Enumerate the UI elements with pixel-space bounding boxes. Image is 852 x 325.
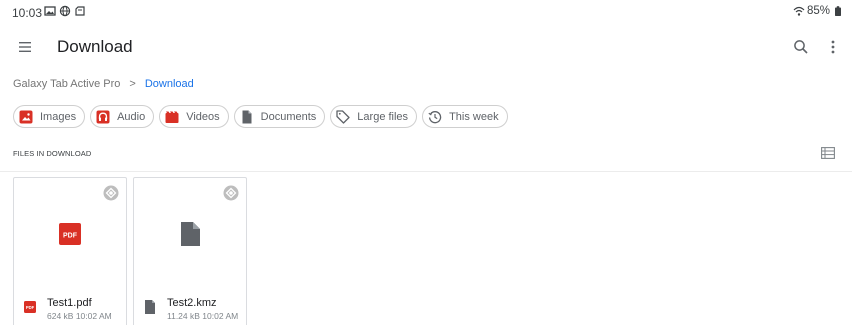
chip-images[interactable]: Images	[13, 105, 86, 128]
breadcrumb-separator: >	[129, 78, 136, 90]
chip-this-week[interactable]: This week	[422, 105, 508, 128]
file-meta: 624 kB 10:02 AM	[47, 311, 112, 321]
globe-icon	[59, 5, 71, 17]
status-notification-icons	[44, 5, 86, 17]
status-time: 10:03	[12, 6, 43, 20]
image-icon	[44, 6, 56, 16]
tag-icon	[336, 109, 350, 124]
battery-icon	[835, 6, 841, 16]
select-check-icon[interactable]	[103, 185, 119, 201]
file-card-test2-kmz[interactable]: Test2.kmz 11.24 kB 10:02 AM	[133, 177, 247, 325]
breadcrumb: Galaxy Tab Active Pro > Download	[13, 78, 194, 90]
more-vert-icon[interactable]	[823, 37, 843, 57]
chip-label: Large files	[357, 110, 409, 123]
search-icon[interactable]	[791, 37, 811, 57]
chip-label: Images	[40, 110, 77, 123]
chip-documents[interactable]: Documents	[233, 105, 326, 128]
screenshot-icon	[75, 6, 85, 16]
chip-large-files[interactable]: Large files	[330, 105, 418, 128]
status-bar: 10:03 85%	[0, 0, 852, 22]
list-view-icon[interactable]	[821, 147, 835, 159]
headphones-icon	[96, 110, 110, 123]
menu-icon[interactable]	[14, 36, 36, 58]
battery-percent: 85%	[806, 5, 830, 17]
status-right-group: 85%	[793, 5, 844, 17]
divider	[0, 171, 852, 172]
file-icon	[181, 222, 200, 246]
movie-icon	[165, 111, 179, 123]
chip-label: Videos	[186, 110, 220, 123]
file-thumbnail: PDF	[14, 204, 126, 264]
section-label: FILES IN DOWNLOAD	[13, 149, 92, 158]
chip-videos[interactable]: Videos	[159, 105, 229, 128]
chip-label: Audio	[117, 110, 146, 123]
file-meta: 11.24 kB 10:02 AM	[167, 311, 239, 321]
wifi-icon	[793, 6, 805, 16]
chip-label: Documents	[260, 110, 317, 123]
file-icon	[145, 300, 155, 314]
pdf-thumb-label: PDF	[63, 233, 78, 240]
document-icon	[242, 110, 252, 123]
history-icon	[428, 110, 442, 123]
page-title: Download	[57, 37, 133, 56]
pdf-icon: PDF	[59, 223, 81, 245]
file-name: Test1.pdf	[47, 297, 92, 309]
chip-audio[interactable]: Audio	[90, 105, 155, 128]
image-icon	[19, 110, 33, 123]
pdf-type-label: PDF	[26, 305, 35, 310]
pdf-icon: PDF	[24, 301, 36, 313]
app-bar: Download	[0, 28, 852, 66]
file-card-footer: Test2.kmz 11.24 kB 10:02 AM	[134, 292, 246, 325]
file-name: Test2.kmz	[167, 297, 217, 309]
select-check-icon[interactable]	[223, 185, 239, 201]
chip-label: This week	[449, 110, 499, 123]
breadcrumb-current[interactable]: Download	[145, 78, 194, 90]
filter-chips: Images Audio Videos Documents Large file…	[13, 105, 508, 128]
breadcrumb-root[interactable]: Galaxy Tab Active Pro	[13, 78, 120, 90]
file-card-test1-pdf[interactable]: PDF PDF Test1.pdf 624 kB 10:02 AM	[13, 177, 127, 325]
file-card-footer: PDF Test1.pdf 624 kB 10:02 AM	[14, 292, 126, 325]
file-thumbnail	[134, 204, 246, 264]
